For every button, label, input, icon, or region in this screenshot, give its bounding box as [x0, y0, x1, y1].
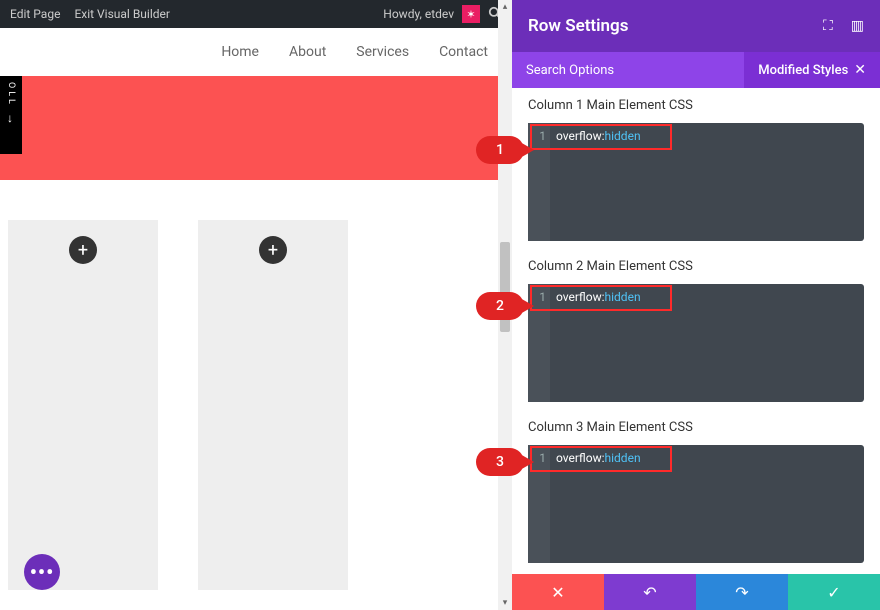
page-preview: Edit Page Exit Visual Builder Howdy, etd…: [0, 0, 512, 610]
nav-about[interactable]: About: [289, 44, 326, 60]
code-editor[interactable]: 1 overflow:hidden: [528, 123, 864, 241]
field-label: Column 2 Main Element CSS: [528, 259, 864, 274]
css-value: hidden: [605, 129, 641, 143]
scroll-tab[interactable]: OLL ↓: [0, 76, 22, 154]
css-value: hidden: [605, 290, 641, 304]
panel-tabs: Search Options Modified Styles ✕: [512, 52, 880, 88]
css-prop: overflow:: [556, 290, 605, 304]
css-prop: overflow:: [556, 451, 605, 465]
arrow-down-icon: ↓: [7, 111, 15, 125]
cancel-button[interactable]: ✕: [512, 574, 604, 610]
callout-number: 2: [476, 292, 524, 320]
field-label: Column 1 Main Element CSS: [528, 98, 864, 113]
panel-title: Row Settings: [528, 16, 823, 36]
snap-icon[interactable]: ▥: [851, 18, 864, 34]
code-editor[interactable]: 1 overflow:hidden: [528, 445, 864, 563]
panel-header: Row Settings ⛶ ▥: [512, 0, 880, 52]
save-button[interactable]: ✓: [788, 574, 880, 610]
add-module-button[interactable]: +: [69, 236, 97, 264]
tab-modified-styles[interactable]: Modified Styles ✕: [744, 52, 880, 88]
css-field-2: Column 2 Main Element CSS 1 overflow:hid…: [528, 259, 864, 402]
column-2[interactable]: +: [198, 220, 348, 590]
css-value: hidden: [605, 451, 641, 465]
star-icon[interactable]: ✶: [462, 5, 480, 23]
tab-modified-label: Modified Styles: [758, 63, 848, 78]
column-1[interactable]: +: [8, 220, 158, 590]
hero-section: OLL ↓: [0, 76, 512, 180]
edit-page-link[interactable]: Edit Page: [10, 7, 60, 21]
nav-contact[interactable]: Contact: [439, 44, 488, 60]
redo-button[interactable]: ↷: [696, 574, 788, 610]
builder-fab[interactable]: •••: [24, 554, 60, 590]
columns-area: + +: [0, 180, 512, 590]
scroll-up-icon[interactable]: ▴: [498, 0, 512, 14]
site-nav: Home About Services Contact: [0, 28, 512, 76]
nav-services[interactable]: Services: [356, 44, 409, 60]
field-label: Column 3 Main Element CSS: [528, 420, 864, 435]
css-field-3: Column 3 Main Element CSS 1 overflow:hid…: [528, 420, 864, 563]
nav-home[interactable]: Home: [221, 44, 259, 60]
code-editor[interactable]: 1 overflow:hidden: [528, 284, 864, 402]
admin-bar: Edit Page Exit Visual Builder Howdy, etd…: [0, 0, 512, 28]
callout-1: 1: [476, 136, 524, 164]
scroll-down-icon[interactable]: ▾: [498, 596, 512, 610]
css-prop: overflow:: [556, 129, 605, 143]
callout-number: 1: [476, 136, 524, 164]
css-field-1: Column 1 Main Element CSS 1 overflow:hid…: [528, 98, 864, 241]
callout-number: 3: [476, 448, 524, 476]
expand-icon[interactable]: ⛶: [823, 18, 833, 34]
exit-vb-link[interactable]: Exit Visual Builder: [74, 7, 170, 21]
settings-panel: Row Settings ⛶ ▥ Search Options Modified…: [512, 0, 880, 610]
callout-3: 3: [476, 448, 524, 476]
close-icon[interactable]: ✕: [854, 62, 866, 78]
callout-2: 2: [476, 292, 524, 320]
panel-footer: ✕ ↶ ↷ ✓: [512, 574, 880, 610]
panel-body: Column 1 Main Element CSS 1 overflow:hid…: [512, 88, 880, 574]
tab-search-options[interactable]: Search Options: [512, 52, 628, 88]
scroll-tab-label: OLL: [6, 82, 16, 107]
howdy-text: Howdy, etdev: [383, 7, 454, 21]
add-module-button[interactable]: +: [259, 236, 287, 264]
undo-button[interactable]: ↶: [604, 574, 696, 610]
